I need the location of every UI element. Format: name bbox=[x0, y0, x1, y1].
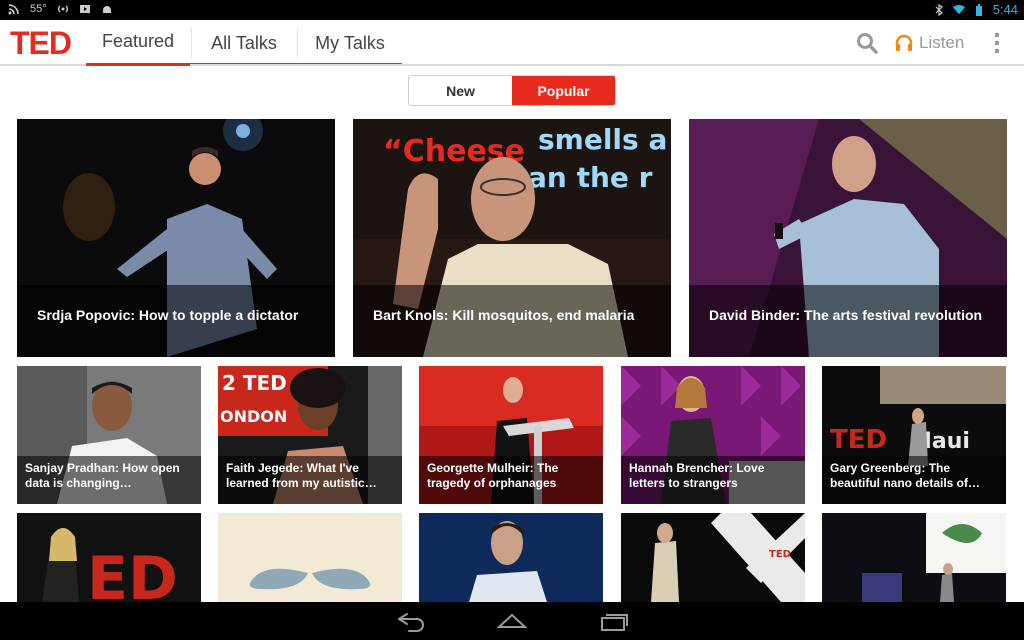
talk-card[interactable] bbox=[218, 513, 402, 602]
talk-card[interactable]: ED bbox=[17, 513, 201, 602]
talk-card[interactable]: Georgette Mulheir: The tragedy of orphan… bbox=[419, 366, 603, 504]
talk-title: Georgette Mulheir: The tragedy of orphan… bbox=[419, 456, 603, 504]
headphones-icon bbox=[895, 34, 913, 51]
talk-title: Sanjay Pradhan: How open data is changin… bbox=[17, 456, 201, 504]
svg-text:2 TED: 2 TED bbox=[222, 371, 287, 395]
svg-text:smells a: smells a bbox=[538, 123, 667, 156]
home-icon[interactable] bbox=[496, 610, 528, 632]
talk-title: Hannah Brencher: Love letters to strange… bbox=[621, 456, 805, 504]
tab-my-talks[interactable]: My Talks bbox=[298, 20, 402, 66]
svg-text:an the r: an the r bbox=[528, 161, 653, 194]
segment-popular-button[interactable]: Popular bbox=[512, 76, 615, 105]
listen-label: Listen bbox=[919, 33, 965, 52]
tabs-underline bbox=[190, 63, 402, 64]
talk-card[interactable]: TED bbox=[621, 513, 805, 602]
rss-icon bbox=[8, 4, 19, 15]
bluetooth-icon bbox=[935, 3, 943, 16]
svg-text:TED: TED bbox=[769, 549, 791, 560]
tab-featured-label: Featured bbox=[101, 31, 175, 51]
listen-button[interactable]: Listen bbox=[894, 30, 964, 56]
tab-all-talks-label: All Talks bbox=[211, 32, 277, 53]
talk-title: David Binder: The arts festival revoluti… bbox=[689, 285, 1007, 357]
tab-featured[interactable]: Featured bbox=[86, 20, 190, 66]
battery-icon bbox=[975, 3, 982, 16]
overflow-menu-icon[interactable] bbox=[993, 33, 1001, 53]
wifi-broadcast-icon bbox=[57, 5, 68, 13]
back-icon[interactable] bbox=[395, 610, 427, 632]
talk-thumbnail bbox=[822, 513, 1006, 602]
talk-card[interactable]: Sanjay Pradhan: How open data is changin… bbox=[17, 366, 201, 504]
status-right: 5:44 bbox=[933, 2, 1018, 17]
temperature-text: 55° bbox=[30, 3, 47, 15]
talk-title: Faith Jegede: What I've learned from my … bbox=[218, 456, 402, 504]
talk-title: Bart Knols: Kill mosquitos, end malaria bbox=[353, 285, 671, 357]
talk-card[interactable]: “Cheese smells a an the r Bart Knols: Ki… bbox=[353, 119, 671, 357]
talk-title: Srdja Popovic: How to topple a dictator bbox=[17, 285, 335, 357]
tab-all-talks[interactable]: All Talks bbox=[192, 20, 296, 66]
ted-logo[interactable]: TED bbox=[10, 27, 72, 59]
clock-text: 5:44 bbox=[992, 2, 1018, 17]
talk-card[interactable]: David Binder: The arts festival revoluti… bbox=[689, 119, 1007, 357]
talk-thumbnail bbox=[419, 513, 603, 602]
recents-icon[interactable] bbox=[598, 610, 630, 632]
wifi-icon bbox=[952, 4, 965, 14]
talk-card[interactable]: Srdja Popovic: How to topple a dictator bbox=[17, 119, 335, 357]
talk-card[interactable]: 2 TED ONDON Faith Jegede: What I've lear… bbox=[218, 366, 402, 504]
talk-card[interactable] bbox=[822, 513, 1006, 602]
talk-card[interactable]: TED Maui Gary Greenberg: The beautiful n… bbox=[822, 366, 1006, 504]
status-left: 55° bbox=[8, 3, 113, 15]
talk-thumbnail: ED bbox=[17, 513, 201, 602]
action-bar: TED Featured All Talks My Talks Listen bbox=[0, 20, 1024, 66]
talk-card[interactable] bbox=[419, 513, 603, 602]
talk-thumbnail: TED bbox=[621, 513, 805, 602]
segment-new-button[interactable]: New bbox=[409, 76, 512, 105]
svg-text:ONDON: ONDON bbox=[220, 407, 287, 426]
tab-my-talks-label: My Talks bbox=[315, 32, 385, 53]
svg-text:TED: TED bbox=[830, 425, 887, 455]
talk-title: Gary Greenberg: The beautiful nano detai… bbox=[822, 456, 1006, 504]
media-icon bbox=[79, 5, 90, 13]
search-icon[interactable] bbox=[855, 31, 879, 55]
android-icon bbox=[102, 6, 111, 13]
svg-text:ED: ED bbox=[87, 544, 178, 602]
status-bar: 55° 5:44 bbox=[0, 0, 1024, 20]
talk-thumbnail bbox=[218, 513, 402, 602]
system-nav-bar bbox=[0, 602, 1024, 640]
talk-card[interactable]: Hannah Brencher: Love letters to strange… bbox=[621, 366, 805, 504]
sort-segmented-control: New Popular bbox=[408, 75, 616, 106]
